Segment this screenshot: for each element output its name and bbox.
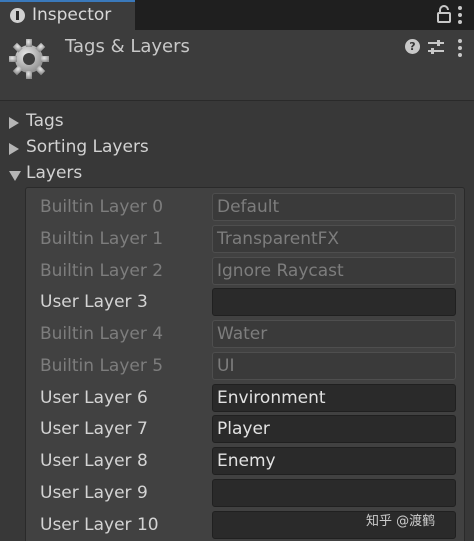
layer-name-field[interactable]: Player [212, 415, 456, 443]
layer-label: Builtin Layer 4 [40, 324, 164, 344]
layer-name-field[interactable] [212, 288, 456, 316]
help-icon[interactable]: ? [405, 39, 420, 54]
layer-row-3: User Layer 3 [26, 287, 466, 317]
tab-bar: Inspector [0, 0, 474, 30]
layer-label: User Layer 3 [40, 292, 148, 312]
layer-label: Builtin Layer 1 [40, 229, 164, 249]
foldout-label: Sorting Layers [26, 137, 149, 157]
layer-row-4: Builtin Layer 4 Water [26, 319, 466, 349]
layer-name-field: Ignore Raycast [212, 257, 456, 285]
layer-name-field[interactable]: Enemy [212, 447, 456, 475]
chevron-right-icon [9, 143, 19, 155]
layer-name-field[interactable]: Environment [212, 384, 456, 412]
layer-name-field: Water [212, 320, 456, 348]
tab-inspector[interactable]: Inspector [0, 0, 135, 30]
layer-label: User Layer 9 [40, 483, 148, 503]
layer-row-2: Builtin Layer 2 Ignore Raycast [26, 256, 466, 286]
layer-row-1: Builtin Layer 1 TransparentFX [26, 224, 466, 254]
layer-row-7: User Layer 7 Player [26, 414, 466, 444]
layer-name-field: TransparentFX [212, 225, 456, 253]
layer-label: Builtin Layer 2 [40, 261, 164, 281]
info-icon [10, 8, 25, 23]
settings-sliders-icon[interactable] [428, 39, 444, 55]
layer-label: Builtin Layer 0 [40, 197, 164, 217]
layer-row-6: User Layer 6 Environment [26, 383, 466, 413]
window-menu-icon[interactable] [458, 6, 464, 24]
foldout-tags[interactable]: Tags [0, 111, 474, 135]
layer-row-0: Builtin Layer 0 Default [26, 192, 466, 222]
layer-row-5: Builtin Layer 5 UI [26, 351, 466, 381]
layer-label: User Layer 6 [40, 388, 148, 408]
watermark: 知乎 @渡鹤 [366, 514, 436, 529]
lock-icon[interactable] [437, 5, 451, 23]
layer-name-field: UI [212, 352, 456, 380]
layer-label: User Layer 7 [40, 419, 148, 439]
layer-label: Builtin Layer 5 [40, 356, 164, 376]
more-options-icon[interactable] [458, 39, 464, 57]
layers-list: Builtin Layer 0 Default Builtin Layer 1 … [25, 187, 465, 541]
layer-name-field: Default [212, 193, 456, 221]
tab-label: Inspector [32, 5, 112, 25]
layer-name-field[interactable] [212, 479, 456, 507]
layer-label: User Layer 8 [40, 451, 148, 471]
foldout-sorting-layers[interactable]: Sorting Layers [0, 137, 474, 161]
gear-icon [9, 39, 49, 79]
page-title: Tags & Layers [65, 36, 190, 57]
chevron-down-icon [9, 171, 21, 181]
foldout-label: Layers [26, 163, 83, 183]
inspector-window: Inspector Tags & Layers ? Tags Sorting L… [0, 0, 474, 541]
layer-row-8: User Layer 8 Enemy [26, 446, 466, 476]
header-divider [0, 100, 474, 101]
chevron-right-icon [9, 117, 19, 129]
layer-row-9: User Layer 9 [26, 478, 466, 508]
layer-label: User Layer 10 [40, 515, 159, 535]
foldout-label: Tags [26, 111, 64, 131]
foldout-layers[interactable]: Layers [0, 163, 474, 187]
